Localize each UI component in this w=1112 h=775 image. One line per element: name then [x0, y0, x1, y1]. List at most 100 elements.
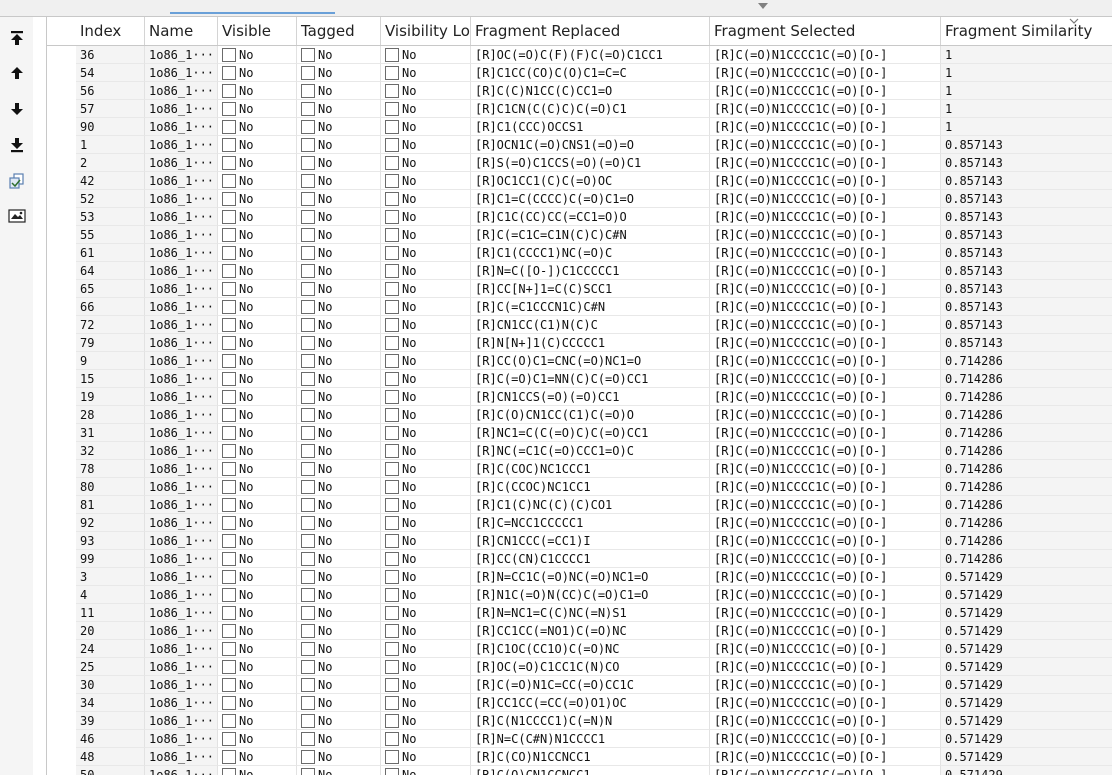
tagged-checkbox[interactable] — [301, 83, 315, 98]
visible-checkbox[interactable] — [222, 371, 236, 386]
table-row[interactable]: 19151o86_1···NoNoNo[R]C(=O)C1=NN(C)C(=O)… — [47, 370, 1112, 388]
visible-checkbox[interactable] — [222, 749, 236, 764]
tagged-checkbox[interactable] — [301, 119, 315, 134]
column-header-fragment-similarity[interactable]: Fragment Similarity — [941, 17, 1112, 45]
table-row[interactable]: 34241o86_1···NoNoNo[R]C1OC(CC1O)C(=O)NC[… — [47, 640, 1112, 658]
visible-checkbox[interactable] — [222, 461, 236, 476]
tagged-checkbox[interactable] — [301, 137, 315, 152]
visloc-checkbox[interactable] — [385, 299, 399, 314]
visloc-checkbox[interactable] — [385, 83, 399, 98]
tagged-checkbox[interactable] — [301, 695, 315, 710]
tagged-checkbox[interactable] — [301, 731, 315, 746]
table-row[interactable]: 25801o86_1···NoNoNo[R]C(CCOC)NC1CC1[R]C(… — [47, 478, 1112, 496]
visloc-checkbox[interactable] — [385, 605, 399, 620]
collapse-panel-icon[interactable] — [758, 3, 768, 9]
table-row[interactable]: 12611o86_1···NoNoNo[R]C1(CCCC1)NC(=O)C[R… — [47, 244, 1112, 262]
visible-checkbox[interactable] — [222, 659, 236, 674]
visible-checkbox[interactable] — [222, 209, 236, 224]
visible-checkbox[interactable] — [222, 605, 236, 620]
visloc-checkbox[interactable] — [385, 407, 399, 422]
table-row[interactable]: 15661o86_1···NoNoNo[R]C(=C1CCCN1C)C#N[R]… — [47, 298, 1112, 316]
visible-checkbox[interactable] — [222, 731, 236, 746]
visloc-checkbox[interactable] — [385, 551, 399, 566]
move-down-button[interactable] — [8, 100, 26, 118]
tagged-checkbox[interactable] — [301, 101, 315, 116]
tagged-checkbox[interactable] — [301, 443, 315, 458]
tagged-checkbox[interactable] — [301, 605, 315, 620]
table-row[interactable]: 35251o86_1···NoNoNo[R]OC(=O)C1CC1C(N)CO[… — [47, 658, 1112, 676]
column-header-name[interactable]: Name — [145, 17, 218, 45]
table-row[interactable]: 16721o86_1···NoNoNo[R]CN1CC(C1)N(C)C[R]C… — [47, 316, 1112, 334]
visible-checkbox[interactable] — [222, 641, 236, 656]
table-row[interactable]: 13641o86_1···NoNoNo[R]N=C([O-])C1CCCCC1[… — [47, 262, 1112, 280]
table-row[interactable]: 40481o86_1···NoNoNo[R]C(CO)N1CCNCC1[R]C(… — [47, 748, 1112, 766]
table-row[interactable]: 23321o86_1···NoNoNo[R]NC(=C1C(=O)CCC1=O)… — [47, 442, 1112, 460]
visible-checkbox[interactable] — [222, 389, 236, 404]
visloc-checkbox[interactable] — [385, 695, 399, 710]
table-row[interactable]: 1891o86_1···NoNoNo[R]CC(O)C1=CNC(=O)NC1=… — [47, 352, 1112, 370]
table-row[interactable]: 36301o86_1···NoNoNo[R]C(=O)N1C=CC(=O)CC1… — [47, 676, 1112, 694]
visloc-checkbox[interactable] — [385, 335, 399, 350]
visible-checkbox[interactable] — [222, 65, 236, 80]
visible-checkbox[interactable] — [222, 335, 236, 350]
table-row[interactable]: 32111o86_1···NoNoNo[R]N=NC1=C(C)NC(=N)S1… — [47, 604, 1112, 622]
tagged-checkbox[interactable] — [301, 209, 315, 224]
table-row[interactable]: 4571o86_1···NoNoNo[R]C1CN(C(C)C)C(=O)C1[… — [47, 100, 1112, 118]
visible-checkbox[interactable] — [222, 263, 236, 278]
visible-checkbox[interactable] — [222, 227, 236, 242]
visloc-checkbox[interactable] — [385, 533, 399, 548]
table-row[interactable]: 26811o86_1···NoNoNo[R]C1(C)NC(C)(C)CO1[R… — [47, 496, 1112, 514]
visible-checkbox[interactable] — [222, 533, 236, 548]
table-row[interactable]: 29991o86_1···NoNoNo[R]CC(CN)C1CCCC1[R]C(… — [47, 550, 1112, 568]
visloc-checkbox[interactable] — [385, 173, 399, 188]
tagged-checkbox[interactable] — [301, 659, 315, 674]
table-row[interactable]: 22311o86_1···NoNoNo[R]NC1=C(C(=O)C)C(=O)… — [47, 424, 1112, 442]
visloc-checkbox[interactable] — [385, 47, 399, 62]
table-row[interactable]: 611o86_1···NoNoNo[R]OCN1C(=O)CNS1(=O)=O[… — [47, 136, 1112, 154]
visloc-checkbox[interactable] — [385, 641, 399, 656]
visible-checkbox[interactable] — [222, 677, 236, 692]
table-row[interactable]: 14651o86_1···NoNoNo[R]CC[N+]1=C(C)SCC1[R… — [47, 280, 1112, 298]
tagged-checkbox[interactable] — [301, 533, 315, 548]
visible-checkbox[interactable] — [222, 101, 236, 116]
visible-checkbox[interactable] — [222, 47, 236, 62]
table-row[interactable]: 39461o86_1···NoNoNo[R]N=C(C#N)N1CCCC1[R]… — [47, 730, 1112, 748]
visloc-checkbox[interactable] — [385, 461, 399, 476]
tagged-checkbox[interactable] — [301, 479, 315, 494]
visloc-checkbox[interactable] — [385, 767, 399, 775]
table-row[interactable]: 8421o86_1···NoNoNo[R]OC1CC1(C)C(=O)OC[R]… — [47, 172, 1112, 190]
tagged-checkbox[interactable] — [301, 47, 315, 62]
image-view-button[interactable] — [8, 207, 26, 225]
visible-checkbox[interactable] — [222, 623, 236, 638]
visible-checkbox[interactable] — [222, 551, 236, 566]
visible-checkbox[interactable] — [222, 191, 236, 206]
visloc-checkbox[interactable] — [385, 209, 399, 224]
move-to-bottom-button[interactable] — [8, 136, 26, 154]
table-row[interactable]: 10531o86_1···NoNoNo[R]C1C(CC)CC(=CC1=O)O… — [47, 208, 1112, 226]
visible-checkbox[interactable] — [222, 515, 236, 530]
visloc-checkbox[interactable] — [385, 713, 399, 728]
column-header-fragment-selected[interactable]: Fragment Selected — [710, 17, 941, 45]
visible-checkbox[interactable] — [222, 443, 236, 458]
tagged-checkbox[interactable] — [301, 749, 315, 764]
visloc-checkbox[interactable] — [385, 479, 399, 494]
table-row[interactable]: 24781o86_1···NoNoNo[R]C(COC)NC1CCC1[R]C(… — [47, 460, 1112, 478]
visloc-checkbox[interactable] — [385, 263, 399, 278]
tagged-checkbox[interactable] — [301, 191, 315, 206]
column-header-fragment-replaced[interactable]: Fragment Replaced — [471, 17, 710, 45]
tagged-checkbox[interactable] — [301, 317, 315, 332]
tagged-checkbox[interactable] — [301, 641, 315, 656]
visible-checkbox[interactable] — [222, 83, 236, 98]
visloc-checkbox[interactable] — [385, 317, 399, 332]
tagged-checkbox[interactable] — [301, 713, 315, 728]
visible-checkbox[interactable] — [222, 299, 236, 314]
tagged-checkbox[interactable] — [301, 173, 315, 188]
visloc-checkbox[interactable] — [385, 101, 399, 116]
tagged-checkbox[interactable] — [301, 767, 315, 775]
tagged-checkbox[interactable] — [301, 389, 315, 404]
tagged-checkbox[interactable] — [301, 515, 315, 530]
table-row[interactable]: 2541o86_1···NoNoNo[R]C1CC(CO)C(O)C1=C=C[… — [47, 64, 1112, 82]
move-up-button[interactable] — [8, 64, 26, 82]
move-to-top-button[interactable] — [8, 29, 26, 47]
table-row[interactable]: 1 361o86_1··· No No No [R]OC(=O)C(F)(F)C(=O)C… — [47, 46, 1112, 64]
